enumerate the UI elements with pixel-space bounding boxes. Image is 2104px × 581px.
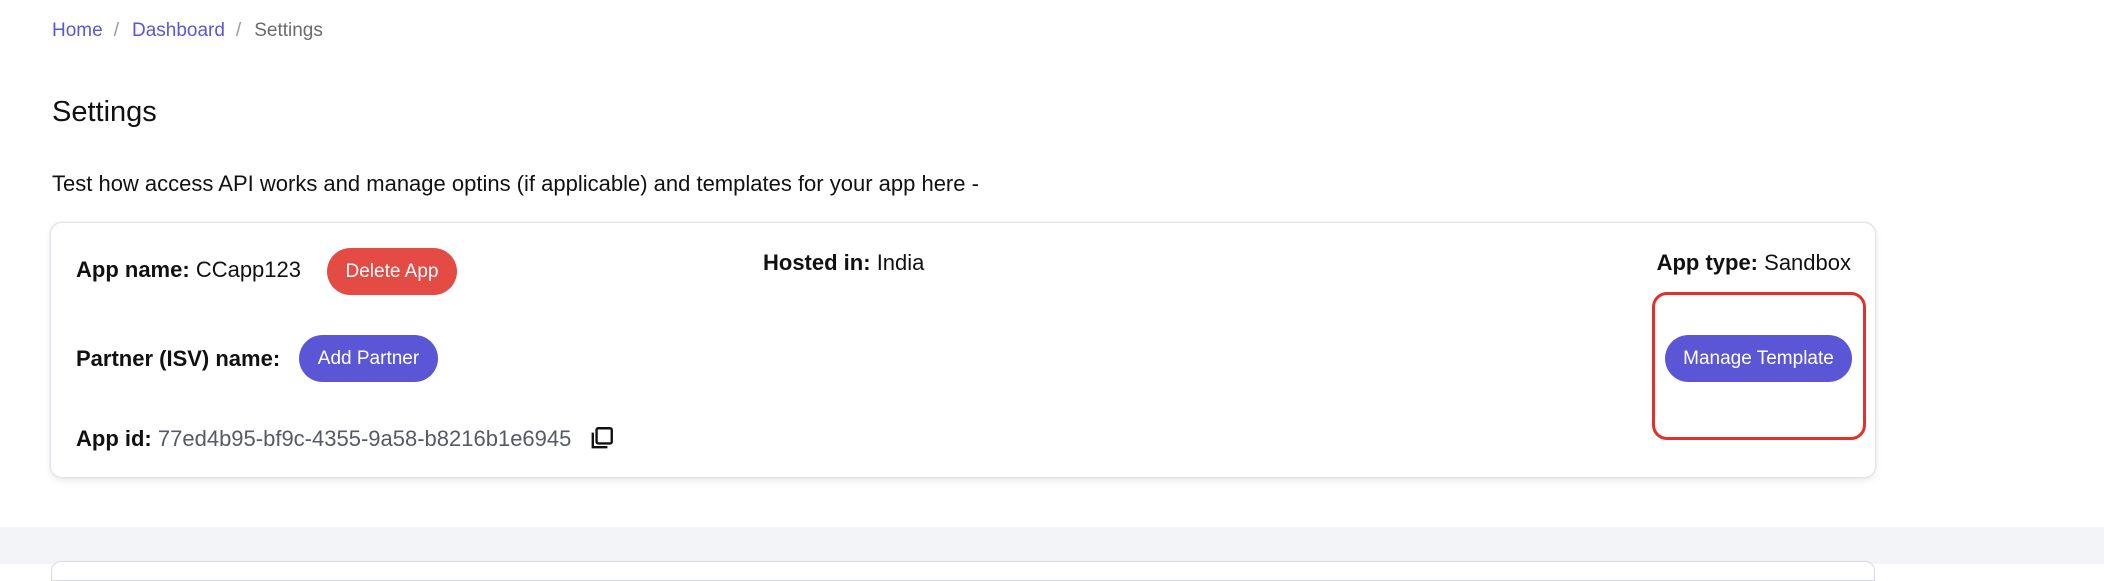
breadcrumb-current: Settings bbox=[254, 20, 323, 41]
app-name-label: App name: bbox=[76, 257, 190, 282]
breadcrumb-home-link[interactable]: Home bbox=[52, 19, 103, 43]
app-type-label: App type: bbox=[1656, 250, 1759, 275]
app-type-field: App type: Sandbox bbox=[1657, 249, 1851, 277]
partner-name-field: Partner (ISV) name: bbox=[76, 345, 280, 373]
app-type-value: Sandbox bbox=[1764, 250, 1851, 275]
lower-page-background bbox=[0, 527, 2104, 564]
app-id-value: 77ed4b95-bf9c-4355-9a58-b8216b1e6945 bbox=[157, 426, 572, 451]
app-name-field: App name: CCapp123 bbox=[76, 256, 301, 284]
hosted-in-label: Hosted in: bbox=[763, 250, 871, 275]
page-description: Test how access API works and manage opt… bbox=[52, 171, 979, 196]
app-name-value: CCapp123 bbox=[195, 257, 301, 282]
breadcrumb-separator: / bbox=[235, 20, 242, 41]
breadcrumb-separator: / bbox=[113, 20, 119, 41]
manage-template-button[interactable]: Manage Template bbox=[1665, 335, 1852, 382]
copy-icon[interactable] bbox=[589, 425, 615, 451]
page-title: Settings bbox=[52, 96, 157, 128]
app-id-field: App id: 77ed4b95-bf9c-4355-9a58-b8216b1e… bbox=[76, 425, 571, 453]
app-id-label: App id: bbox=[76, 426, 152, 451]
app-settings-card: App name: CCapp123 Delete App Hosted in:… bbox=[51, 223, 1875, 477]
hosted-in-field: Hosted in: India bbox=[763, 249, 924, 277]
breadcrumb-dashboard-link[interactable]: Dashboard bbox=[132, 19, 225, 43]
delete-app-button[interactable]: Delete App bbox=[327, 248, 457, 295]
partner-name-label: Partner (ISV) name: bbox=[76, 346, 281, 371]
add-partner-button[interactable]: Add Partner bbox=[299, 335, 438, 382]
hosted-in-value: India bbox=[876, 250, 925, 275]
breadcrumb: Home / Dashboard / Settings bbox=[52, 19, 323, 43]
next-card-edge bbox=[51, 561, 1875, 581]
